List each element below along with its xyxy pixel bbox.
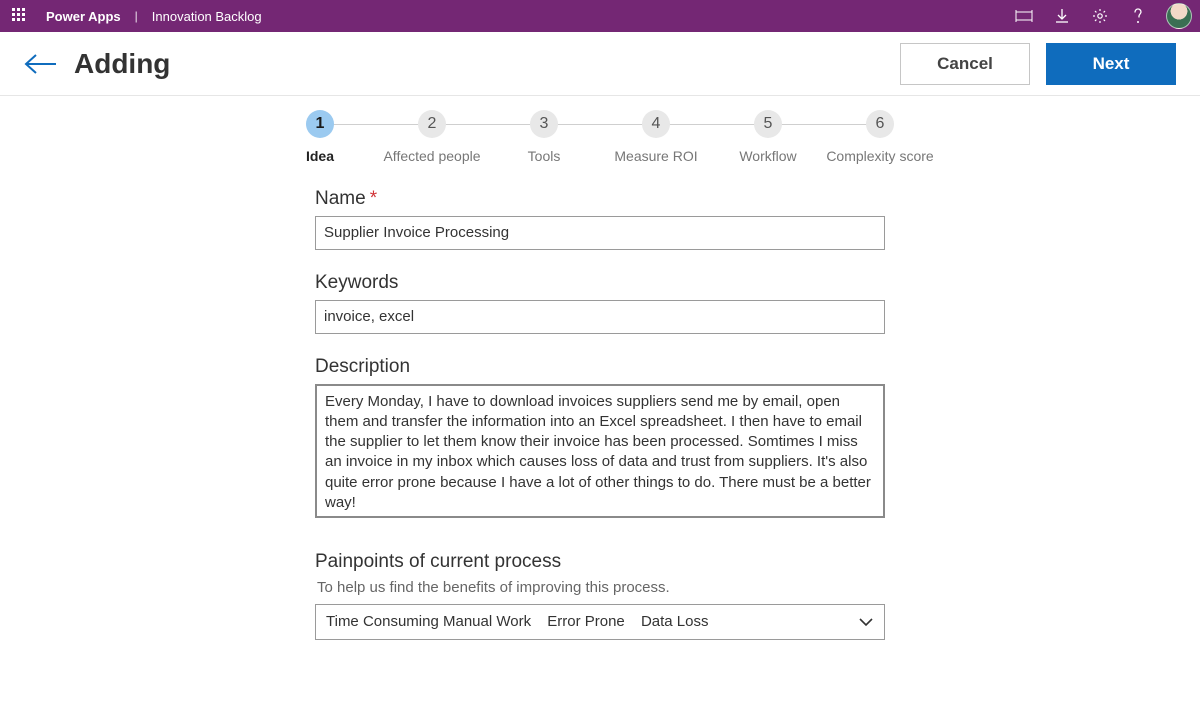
step-workflow[interactable]: 5 Workflow bbox=[712, 110, 824, 166]
step-number: 6 bbox=[866, 110, 894, 138]
cmdbar-left: Adding bbox=[24, 48, 170, 80]
download-icon[interactable] bbox=[1052, 6, 1072, 26]
app-name: Innovation Backlog bbox=[152, 9, 262, 24]
waffle-icon[interactable] bbox=[12, 8, 28, 24]
step-label: Idea bbox=[264, 148, 376, 166]
back-arrow-icon[interactable] bbox=[24, 53, 58, 75]
painpoints-combobox[interactable]: Time Consuming Manual Work Error Prone D… bbox=[315, 604, 885, 640]
step-label: Workflow bbox=[712, 148, 824, 166]
description-textarea[interactable] bbox=[315, 384, 885, 518]
topbar-right bbox=[1014, 3, 1192, 29]
required-mark: * bbox=[370, 188, 377, 209]
name-input[interactable] bbox=[315, 216, 885, 250]
field-painpoints: Painpoints of current process To help us… bbox=[315, 551, 895, 640]
painpoints-helper: To help us find the benefits of improvin… bbox=[317, 579, 895, 596]
field-keywords: Keywords bbox=[315, 272, 895, 334]
pain-chip: Time Consuming Manual Work bbox=[326, 613, 531, 630]
avatar[interactable] bbox=[1166, 3, 1192, 29]
help-icon[interactable] bbox=[1128, 6, 1148, 26]
fit-icon[interactable] bbox=[1014, 6, 1034, 26]
step-idea[interactable]: 1 Idea bbox=[264, 110, 376, 166]
pain-chip: Data Loss bbox=[641, 613, 709, 630]
pain-chip: Error Prone bbox=[547, 613, 625, 630]
wizard-stepper: 1 Idea 2 Affected people 3 Tools 4 Measu… bbox=[0, 96, 1200, 172]
page-title: Adding bbox=[74, 48, 170, 80]
keywords-label: Keywords bbox=[315, 272, 895, 294]
keywords-input[interactable] bbox=[315, 300, 885, 334]
field-description: Description bbox=[315, 356, 895, 523]
step-number: 2 bbox=[418, 110, 446, 138]
step-number: 1 bbox=[306, 110, 334, 138]
step-label: Affected people bbox=[376, 148, 488, 166]
field-name: Name* bbox=[315, 188, 895, 250]
step-affected-people[interactable]: 2 Affected people bbox=[376, 110, 488, 166]
step-number: 3 bbox=[530, 110, 558, 138]
step-number: 5 bbox=[754, 110, 782, 138]
step-label: Measure ROI bbox=[600, 148, 712, 166]
cmdbar-right: Cancel Next bbox=[900, 43, 1176, 85]
description-label: Description bbox=[315, 356, 895, 378]
step-tools[interactable]: 3 Tools bbox=[488, 110, 600, 166]
next-button[interactable]: Next bbox=[1046, 43, 1176, 85]
cancel-button[interactable]: Cancel bbox=[900, 43, 1030, 85]
step-label: Tools bbox=[488, 148, 600, 166]
form-container: Name* Keywords Description Painpoints of… bbox=[305, 172, 895, 640]
global-topbar: Power Apps | Innovation Backlog bbox=[0, 0, 1200, 32]
chevron-down-icon bbox=[858, 617, 874, 627]
painpoints-values: Time Consuming Manual Work Error Prone D… bbox=[326, 613, 721, 630]
step-number: 4 bbox=[642, 110, 670, 138]
topbar-left: Power Apps | Innovation Backlog bbox=[8, 8, 262, 24]
brand-label: Power Apps bbox=[46, 9, 121, 24]
step-measure-roi[interactable]: 4 Measure ROI bbox=[600, 110, 712, 166]
gear-icon[interactable] bbox=[1090, 6, 1110, 26]
step-label: Complexity score bbox=[824, 148, 936, 166]
command-bar: Adding Cancel Next bbox=[0, 32, 1200, 96]
name-label: Name* bbox=[315, 188, 895, 210]
step-complexity-score[interactable]: 6 Complexity score bbox=[824, 110, 936, 166]
brand-divider: | bbox=[135, 9, 138, 23]
painpoints-label: Painpoints of current process bbox=[315, 551, 895, 573]
